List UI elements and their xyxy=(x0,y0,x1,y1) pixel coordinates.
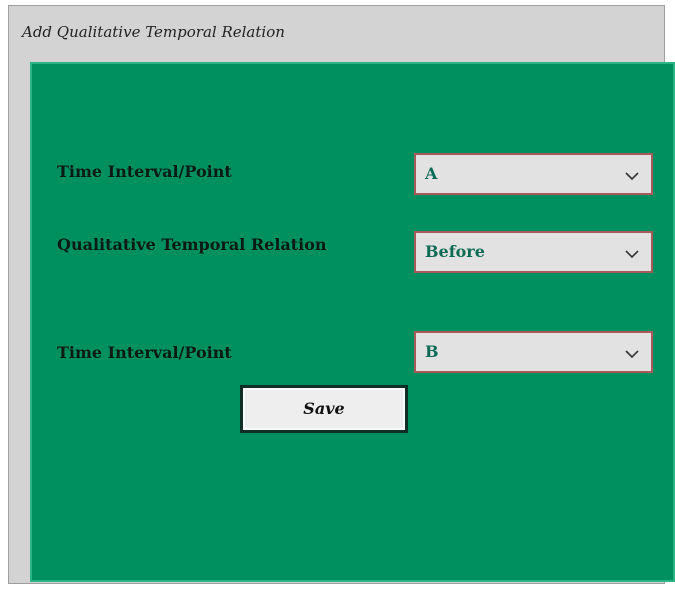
dialog-window: Add Qualitative Temporal Relation Time I… xyxy=(8,5,675,584)
temporal-relation-select-value: Before xyxy=(425,242,485,261)
time-interval-label-2: Time Interval/Point xyxy=(57,343,232,362)
save-button[interactable]: Save xyxy=(240,385,408,433)
time-interval-select-1-value: A xyxy=(425,164,438,183)
dialog-title: Add Qualitative Temporal Relation xyxy=(22,23,285,41)
temporal-relation-label: Qualitative Temporal Relation xyxy=(57,235,327,254)
time-interval-select-1[interactable]: A xyxy=(414,153,653,195)
time-interval-label-1: Time Interval/Point xyxy=(57,162,232,181)
form-panel: Time Interval/Point A Qualitative Tempor… xyxy=(30,62,675,582)
chevron-down-icon xyxy=(625,350,639,359)
time-interval-select-2-value: B xyxy=(425,342,439,361)
chevron-down-icon xyxy=(625,172,639,181)
time-interval-select-2[interactable]: B xyxy=(414,331,653,373)
chevron-down-icon xyxy=(625,250,639,259)
temporal-relation-select[interactable]: Before xyxy=(414,231,653,273)
